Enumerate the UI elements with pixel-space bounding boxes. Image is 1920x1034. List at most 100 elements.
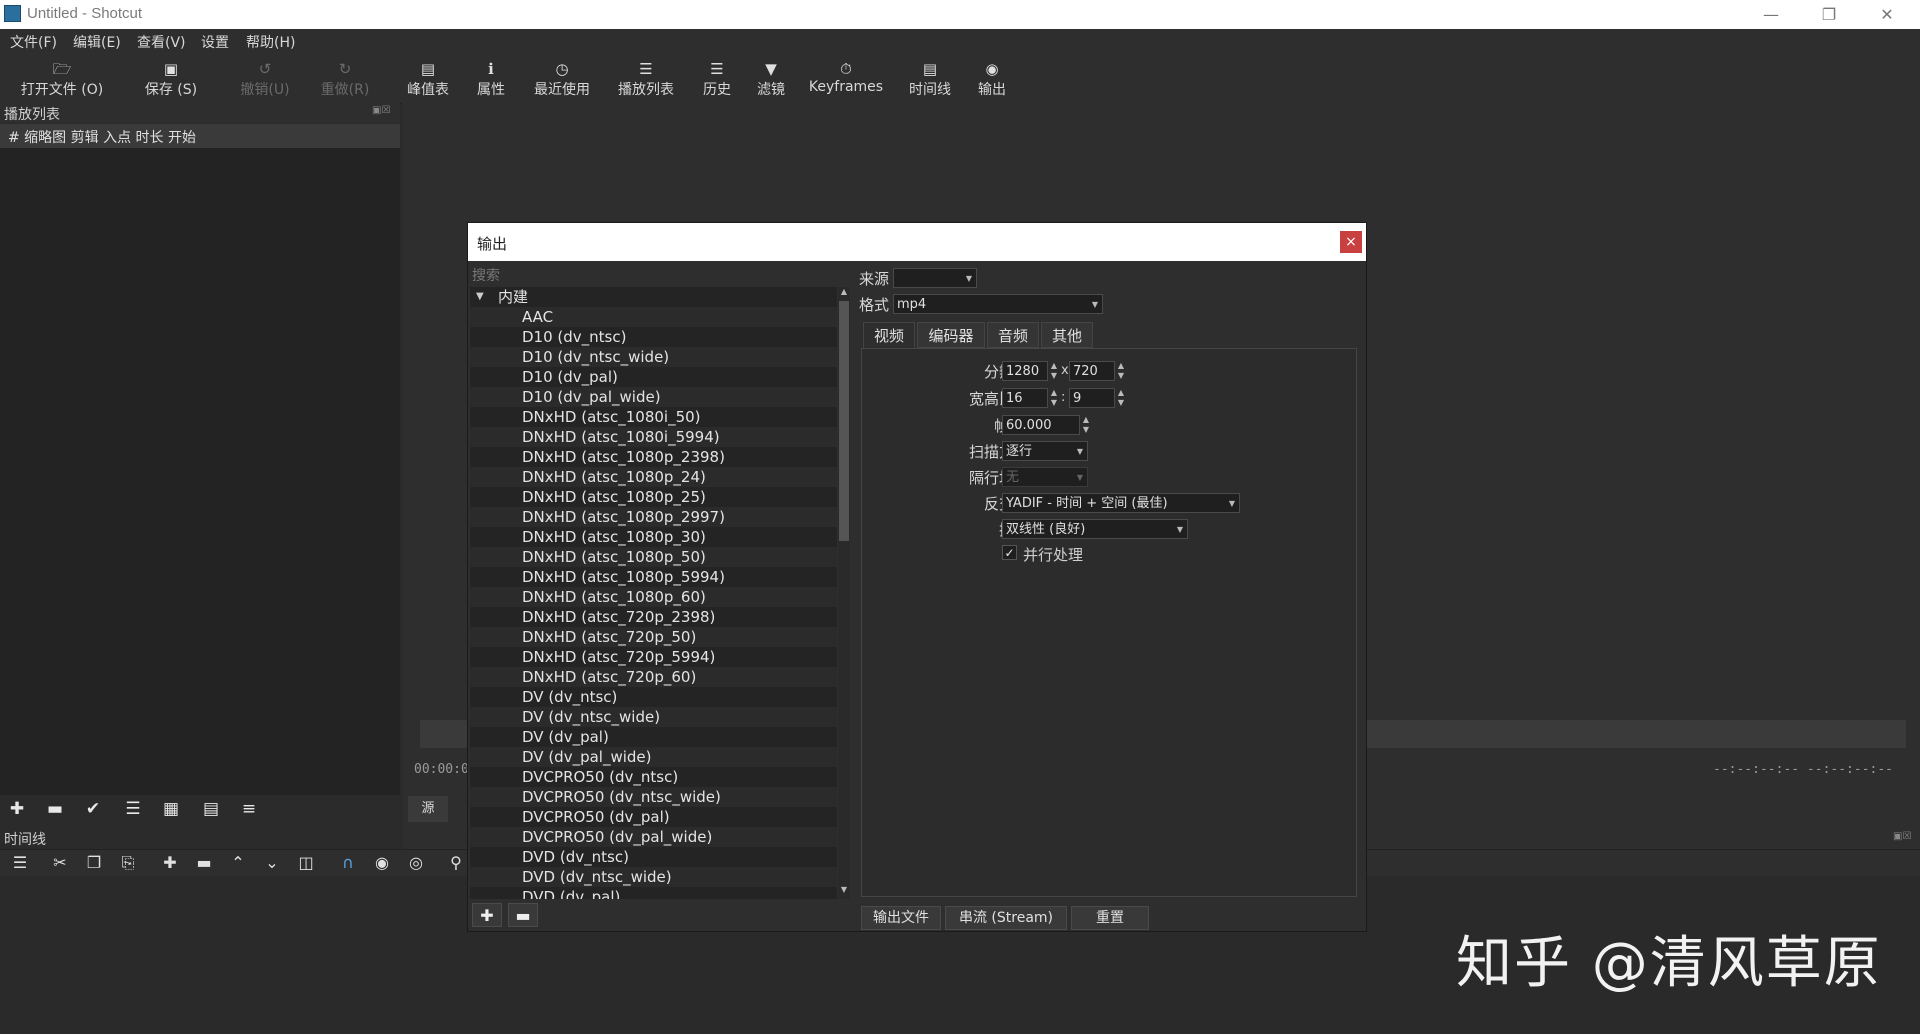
history-button[interactable]: ☰ 历史: [698, 59, 736, 101]
preset-item[interactable]: DVCPRO50 (dv_ntsc): [470, 767, 837, 787]
menu-help[interactable]: 帮助(H): [246, 32, 295, 52]
preset-item[interactable]: DV (dv_pal): [470, 727, 837, 747]
width-spinner-icon[interactable]: ▲ ▼: [1048, 361, 1060, 381]
preset-item[interactable]: DNxHD (atsc_720p_60): [470, 667, 837, 687]
preset-item[interactable]: D10 (dv_ntsc): [470, 327, 837, 347]
save-button[interactable]: ▣ 保存 (S): [130, 59, 212, 101]
preset-item[interactable]: DVCPRO50 (dv_pal): [470, 807, 837, 827]
playlist-add-button[interactable]: ✚: [2, 797, 32, 821]
preset-item[interactable]: DV (dv_ntsc): [470, 687, 837, 707]
dialog-close-button[interactable]: ×: [1340, 231, 1362, 253]
aspect-width-input[interactable]: 16: [1002, 388, 1048, 408]
preset-item[interactable]: DNxHD (atsc_1080i_5994): [470, 427, 837, 447]
playlist-button[interactable]: ☰ 播放列表: [612, 59, 680, 101]
preset-item[interactable]: D10 (dv_pal): [470, 367, 837, 387]
preset-item[interactable]: D10 (dv_ntsc_wide): [470, 347, 837, 367]
aspect-height-spinner-icon[interactable]: ▲ ▼: [1115, 388, 1127, 408]
aspect-height-input[interactable]: 9: [1069, 388, 1115, 408]
fps-spinner-icon[interactable]: ▲ ▼: [1080, 415, 1092, 435]
preset-item[interactable]: AAC: [470, 307, 837, 327]
playlist-remove-button[interactable]: ▬: [40, 797, 70, 821]
height-input[interactable]: 720: [1069, 361, 1115, 381]
scrub-eye-icon[interactable]: ◉: [368, 853, 396, 873]
expand-arrow-icon[interactable]: ▼: [476, 287, 484, 307]
playlist-tiles-view-button[interactable]: ▦: [156, 797, 186, 821]
preset-tree[interactable]: ▼ 内建 AAC D10 (dv_ntsc) D10 (dv_ntsc_wide) D1…: [470, 287, 837, 899]
timeline-menu-icon[interactable]: ☰: [6, 853, 34, 873]
playlist-details-view-button[interactable]: ☰: [118, 797, 148, 821]
source-select[interactable]: ▼: [893, 268, 977, 288]
tab-audio[interactable]: 音频: [987, 322, 1039, 348]
menu-file[interactable]: 文件(F): [10, 32, 57, 52]
playlist-menu-button[interactable]: ≡: [234, 797, 264, 821]
preset-item[interactable]: DNxHD (atsc_720p_2398): [470, 607, 837, 627]
restore-icon[interactable]: ❐: [1800, 0, 1858, 29]
width-input[interactable]: 1280: [1002, 361, 1048, 381]
menu-view[interactable]: 查看(V): [137, 32, 186, 52]
filters-button[interactable]: ▼ 滤镜: [752, 59, 790, 101]
append-icon[interactable]: ✚: [156, 853, 184, 873]
preset-item[interactable]: DNxHD (atsc_1080p_50): [470, 547, 837, 567]
export-file-button[interactable]: 输出文件: [861, 906, 941, 930]
preset-item[interactable]: DNxHD (atsc_1080p_5994): [470, 567, 837, 587]
preset-item[interactable]: DV (dv_ntsc_wide): [470, 707, 837, 727]
parallel-checkbox[interactable]: ✓: [1002, 545, 1017, 560]
tab-other[interactable]: 其他: [1041, 322, 1093, 348]
fps-input[interactable]: 60.000: [1002, 415, 1080, 435]
preset-item[interactable]: DNxHD (atsc_720p_5994): [470, 647, 837, 667]
source-tab[interactable]: 源: [408, 796, 448, 822]
remove-preset-button[interactable]: ▬: [508, 903, 538, 927]
tab-video[interactable]: 视频: [863, 322, 915, 348]
paste-icon[interactable]: ⎘: [114, 853, 142, 873]
preset-search-input[interactable]: 搜索: [470, 263, 850, 285]
scroll-up-icon[interactable]: ▲: [839, 287, 849, 299]
preset-item[interactable]: DNxHD (atsc_1080p_60): [470, 587, 837, 607]
stream-button[interactable]: 串流 (Stream): [945, 906, 1067, 930]
interpolation-select[interactable]: 双线性 (良好) ▼: [1002, 519, 1188, 539]
preset-item[interactable]: DV (dv_pal_wide): [470, 747, 837, 767]
menu-edit[interactable]: 编辑(E): [73, 32, 121, 52]
peak-meter-button[interactable]: ▤ 峰值表: [402, 59, 454, 101]
scan-mode-select[interactable]: 逐行 ▼: [1002, 441, 1088, 461]
copy-icon[interactable]: ❐: [80, 853, 108, 873]
cut-icon[interactable]: ✂: [46, 853, 74, 873]
preset-item[interactable]: DVD (dv_ntsc_wide): [470, 867, 837, 887]
preset-item[interactable]: DVD (dv_pal): [470, 887, 837, 899]
preset-item[interactable]: DVCPRO50 (dv_pal_wide): [470, 827, 837, 847]
lift-icon[interactable]: ⌃: [224, 853, 252, 873]
preset-item[interactable]: DNxHD (atsc_1080p_2997): [470, 507, 837, 527]
split-icon[interactable]: ◫: [292, 853, 320, 873]
preset-item[interactable]: DNxHD (atsc_1080p_24): [470, 467, 837, 487]
height-spinner-icon[interactable]: ▲ ▼: [1115, 361, 1127, 381]
keyframes-button[interactable]: ⏱ Keyframes: [806, 59, 886, 101]
undo-button[interactable]: ↺ 撤销(U): [232, 59, 298, 101]
properties-button[interactable]: ℹ 属性: [472, 59, 510, 101]
scroll-down-icon[interactable]: ▼: [839, 885, 849, 897]
tree-node-builtin[interactable]: ▼ 内建: [470, 287, 837, 307]
recent-button[interactable]: ◷ 最近使用: [528, 59, 596, 101]
close-icon[interactable]: ✕: [1858, 0, 1916, 29]
timeline-float-icon[interactable]: ▣☒: [1893, 831, 1911, 842]
add-preset-button[interactable]: ✚: [472, 903, 502, 927]
format-select[interactable]: mp4 ▼: [893, 294, 1103, 314]
preset-item[interactable]: DNxHD (atsc_1080p_2398): [470, 447, 837, 467]
preset-item[interactable]: DNxHD (atsc_720p_50): [470, 627, 837, 647]
field-order-select[interactable]: 无 ▼: [1002, 467, 1088, 487]
playlist-body[interactable]: [0, 148, 400, 795]
open-file-button[interactable]: 🗁 打开文件 (O): [12, 59, 112, 101]
zoom-out-icon[interactable]: ⚲: [442, 853, 470, 873]
minimize-icon[interactable]: —: [1742, 0, 1800, 29]
preset-item[interactable]: D10 (dv_pal_wide): [470, 387, 837, 407]
preset-item[interactable]: DNxHD (atsc_1080p_25): [470, 487, 837, 507]
overwrite-icon[interactable]: ⌄: [258, 853, 286, 873]
preset-item[interactable]: DNxHD (atsc_1080p_30): [470, 527, 837, 547]
deinterlace-select[interactable]: YADIF - 时间 + 空间 (最佳) ▼: [1002, 493, 1240, 513]
preset-item[interactable]: DVCPRO50 (dv_ntsc_wide): [470, 787, 837, 807]
snap-magnet-icon[interactable]: ∩: [334, 853, 362, 873]
export-button[interactable]: ◉ 输出: [972, 59, 1012, 101]
aspect-width-spinner-icon[interactable]: ▲ ▼: [1048, 388, 1060, 408]
panel-float-icon[interactable]: ▣☒: [372, 105, 390, 116]
scroll-thumb[interactable]: [839, 301, 849, 541]
preset-scrollbar[interactable]: ▲ ▼: [838, 287, 850, 899]
timeline-button[interactable]: ▤ 时间线: [904, 59, 956, 101]
